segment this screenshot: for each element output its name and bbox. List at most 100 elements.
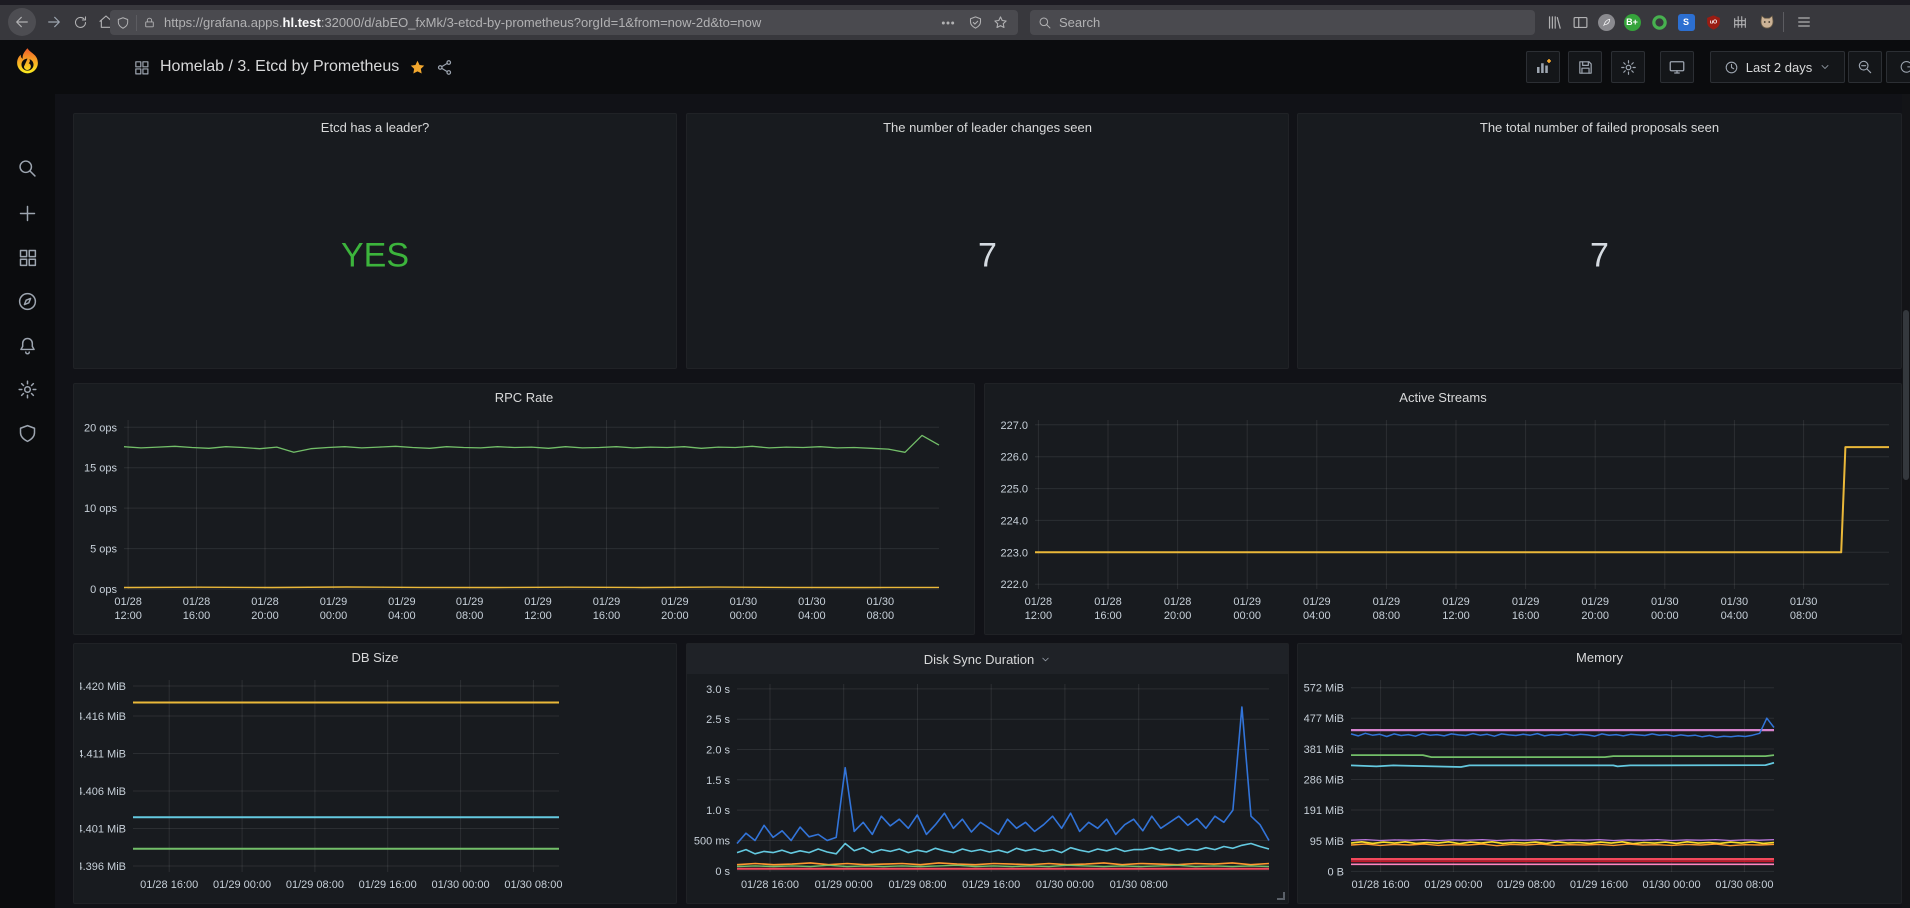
time-range-picker[interactable]: Last 2 days [1710, 51, 1845, 83]
sidebar-item-alerting[interactable] [17, 335, 38, 356]
stat-value: YES [74, 237, 676, 276]
sidebar-item-explore[interactable] [17, 291, 38, 312]
panel-title[interactable]: Disk Sync Duration [687, 644, 1288, 674]
panel-memory: Memory 01/28 16:0001/29 00:0001/29 08:00… [1297, 643, 1902, 904]
svg-text:01/29: 01/29 [1442, 596, 1470, 608]
forward-button[interactable] [40, 8, 68, 36]
svg-text:381 MiB: 381 MiB [1304, 744, 1344, 756]
zoom-out-time-button[interactable] [1848, 51, 1882, 83]
extension-feather-button[interactable] [1592, 8, 1620, 36]
svg-text:00:00: 00:00 [1233, 610, 1261, 622]
svg-text:01/28: 01/28 [1025, 596, 1053, 608]
svg-text:01/29 16:00: 01/29 16:00 [962, 879, 1020, 891]
panel-title[interactable]: Active Streams [985, 384, 1901, 410]
refresh-dashboard-button[interactable] [1887, 60, 1910, 75]
favorite-star-icon[interactable] [409, 59, 426, 76]
time-range-label: Last 2 days [1746, 60, 1813, 75]
svg-text:01/29 16:00: 01/29 16:00 [1570, 879, 1628, 891]
search-icon [17, 158, 38, 179]
svg-text:224.0: 224.0 [1000, 515, 1028, 527]
sidebar-item-search[interactable] [17, 158, 38, 179]
svg-text:15 ops: 15 ops [84, 463, 118, 475]
svg-text:3.0 s: 3.0 s [706, 684, 730, 696]
browser-search-bar[interactable]: Search [1030, 10, 1535, 35]
svg-text:20:00: 20:00 [1581, 610, 1609, 622]
svg-text:4.396 MiB: 4.396 MiB [80, 861, 126, 873]
plus-icon [17, 203, 38, 224]
svg-text:500 ms: 500 ms [694, 836, 731, 848]
grafana-logo[interactable] [10, 46, 45, 81]
page-shield-icon[interactable] [968, 15, 983, 30]
reload-button[interactable] [66, 8, 94, 36]
panel-title[interactable]: DB Size [74, 644, 676, 670]
panel-menu-chevron-icon[interactable] [1040, 654, 1051, 665]
panel-title[interactable]: Memory [1298, 644, 1901, 670]
extension-ublock-button[interactable]: uO [1699, 8, 1727, 36]
page-actions-dots-icon[interactable] [940, 15, 956, 31]
extension-ring-button[interactable] [1645, 8, 1673, 36]
memory-chart[interactable]: 01/28 16:0001/29 00:0001/29 08:0001/29 1… [1304, 672, 1895, 898]
add-panel-button[interactable] [1526, 51, 1560, 83]
back-arrow-icon [14, 14, 30, 30]
grafana-sidebar [0, 40, 55, 908]
svg-text:01/29 08:00: 01/29 08:00 [888, 879, 946, 891]
svg-text:01/30: 01/30 [1790, 596, 1818, 608]
url-bar[interactable]: https://grafana.apps.hl.test:32000/d/abE… [110, 10, 1018, 35]
panel-title[interactable]: Etcd has a leader? [74, 114, 676, 140]
rpc-rate-chart[interactable]: 01/2812:0001/2816:0001/2820:0001/2900:00… [80, 412, 968, 629]
svg-text:0 B: 0 B [1327, 866, 1344, 878]
back-button[interactable] [8, 8, 36, 36]
panel-disk-sync-duration: Disk Sync Duration 01/28 16:0001/29 00:0… [686, 643, 1289, 904]
zoom-out-icon [1857, 59, 1873, 75]
url-text[interactable]: https://grafana.apps.hl.test:32000/d/abE… [164, 15, 934, 30]
page-scrollbar[interactable] [1902, 94, 1910, 908]
extension-containers-button[interactable] [1726, 8, 1754, 36]
panel-resize-handle[interactable] [1277, 892, 1285, 900]
gear-icon [1620, 59, 1637, 76]
lock-icon[interactable] [143, 16, 156, 29]
svg-text:01/29 16:00: 01/29 16:00 [359, 879, 417, 891]
svg-text:572 MiB: 572 MiB [1304, 683, 1344, 695]
svg-text:04:00: 04:00 [1721, 610, 1749, 622]
svg-text:01/29: 01/29 [388, 596, 416, 608]
library-button[interactable] [1540, 8, 1568, 36]
sidebar-item-server-admin[interactable] [17, 423, 38, 444]
disk-sync-chart[interactable]: 01/28 16:0001/29 00:0001/29 08:0001/29 1… [693, 676, 1282, 898]
svg-text:08:00: 08:00 [1373, 610, 1401, 622]
tracking-shield-icon[interactable] [116, 16, 130, 30]
dashboard-grid-icon[interactable] [133, 59, 150, 76]
scrollbar-thumb[interactable] [1903, 310, 1909, 480]
refresh-button-group [1886, 51, 1910, 83]
panel-title[interactable]: RPC Rate [74, 384, 974, 410]
save-dashboard-button[interactable] [1568, 51, 1602, 83]
svg-text:08:00: 08:00 [1790, 610, 1818, 622]
svg-text:01/30: 01/30 [1721, 596, 1749, 608]
toolbar-divider [1783, 12, 1784, 32]
svg-text:01/30 00:00: 01/30 00:00 [1036, 879, 1094, 891]
svg-text:01/28: 01/28 [183, 596, 211, 608]
svg-text:04:00: 04:00 [388, 610, 416, 622]
panel-title[interactable]: The total number of failed proposals see… [1298, 114, 1901, 140]
cycle-view-button[interactable] [1660, 51, 1694, 83]
extension-bitwarden-button[interactable]: B+ [1618, 8, 1646, 36]
sidebar-item-create[interactable] [17, 203, 38, 224]
sidebars-button[interactable] [1566, 8, 1594, 36]
save-icon [1577, 59, 1594, 76]
share-icon[interactable] [436, 59, 453, 76]
bookmark-star-icon[interactable] [993, 15, 1008, 30]
active-streams-chart[interactable]: 01/2812:0001/2816:0001/2820:0001/2900:00… [991, 412, 1895, 629]
svg-text:12:00: 12:00 [1442, 610, 1470, 622]
panel-title[interactable]: The number of leader changes seen [687, 114, 1288, 140]
extension-cat-button[interactable] [1753, 8, 1781, 36]
panel-leader-changes: The number of leader changes seen 7 [686, 113, 1289, 369]
sidebar-item-configuration[interactable] [17, 379, 38, 400]
extension-stylus-button[interactable]: S [1672, 8, 1700, 36]
breadcrumb[interactable]: Homelab / 3. Etcd by Prometheus [160, 58, 399, 76]
db-size-chart[interactable]: 01/28 16:0001/29 00:0001/29 08:0001/29 1… [80, 672, 670, 898]
url-domain: hl.test [283, 15, 321, 30]
sidebar-item-dashboards[interactable] [17, 247, 38, 268]
dashboard-settings-button[interactable] [1611, 51, 1645, 83]
svg-text:01/30 08:00: 01/30 08:00 [1715, 879, 1773, 891]
svg-text:16:00: 16:00 [593, 610, 621, 622]
menu-button[interactable] [1790, 8, 1818, 36]
